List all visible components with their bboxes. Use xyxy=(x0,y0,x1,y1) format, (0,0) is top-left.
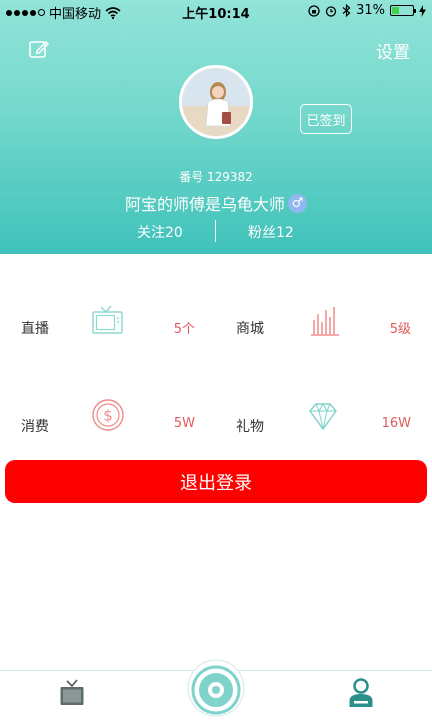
profile-header: 中国移动 上午10:14 31% 设置 已签到 番号 129382 阿宝的师傅是… xyxy=(0,0,432,254)
fans-count[interactable]: 粉丝12 xyxy=(248,222,294,242)
checkin-badge[interactable]: 已签到 xyxy=(300,104,352,134)
male-gender-icon: ♂ xyxy=(288,193,307,213)
battery-icon xyxy=(390,5,416,16)
dollar-coin-icon: $ xyxy=(92,399,124,431)
bluetooth-icon xyxy=(342,4,351,17)
follow-stats: 关注20 粉丝12 xyxy=(0,220,432,242)
following-count[interactable]: 关注20 xyxy=(137,222,183,242)
username: 阿宝的师傅是乌龟大师 xyxy=(124,195,285,214)
edit-icon[interactable] xyxy=(28,38,50,60)
stats-divider xyxy=(215,220,216,242)
username-row: 阿宝的师傅是乌龟大师 ♂ xyxy=(0,191,432,215)
user-id: 番号 129382 xyxy=(179,170,253,184)
charging-bolt-icon xyxy=(419,4,426,17)
grid-item-value: 5个 xyxy=(173,322,195,337)
orientation-lock-icon xyxy=(308,4,320,17)
grid-item-value: 5级 xyxy=(389,322,411,337)
bar-chart-icon xyxy=(311,307,339,336)
logout-button[interactable]: 退出登录 xyxy=(5,460,427,503)
stats-grid-row: 直播 5个 商城 5级 xyxy=(0,296,432,356)
status-right: 31% xyxy=(308,3,426,18)
grid-item-value: 5W xyxy=(173,416,195,431)
stats-grid-row: 消费 $ 5W 礼物 16W xyxy=(0,394,432,454)
alarm-icon xyxy=(325,5,337,17)
diamond-icon xyxy=(309,402,337,431)
grid-item-label: 消费 xyxy=(21,419,49,435)
grid-item-label: 礼物 xyxy=(236,419,264,435)
status-bar: 中国移动 上午10:14 31% xyxy=(0,0,432,22)
tv-icon xyxy=(92,305,123,334)
grid-item-label: 直播 xyxy=(21,321,49,337)
svg-text:$: $ xyxy=(103,407,113,425)
grid-item-label: 商城 xyxy=(236,321,264,337)
battery-percent: 31% xyxy=(356,3,385,18)
tab-profile-icon[interactable] xyxy=(348,677,374,709)
avatar-photo xyxy=(182,68,250,136)
grid-item-value: 16W xyxy=(381,416,411,431)
settings-button[interactable]: 设置 xyxy=(376,38,410,63)
avatar[interactable] xyxy=(179,65,253,139)
tab-live-tv-icon[interactable] xyxy=(59,679,85,707)
camera-disc-icon[interactable] xyxy=(186,658,246,718)
